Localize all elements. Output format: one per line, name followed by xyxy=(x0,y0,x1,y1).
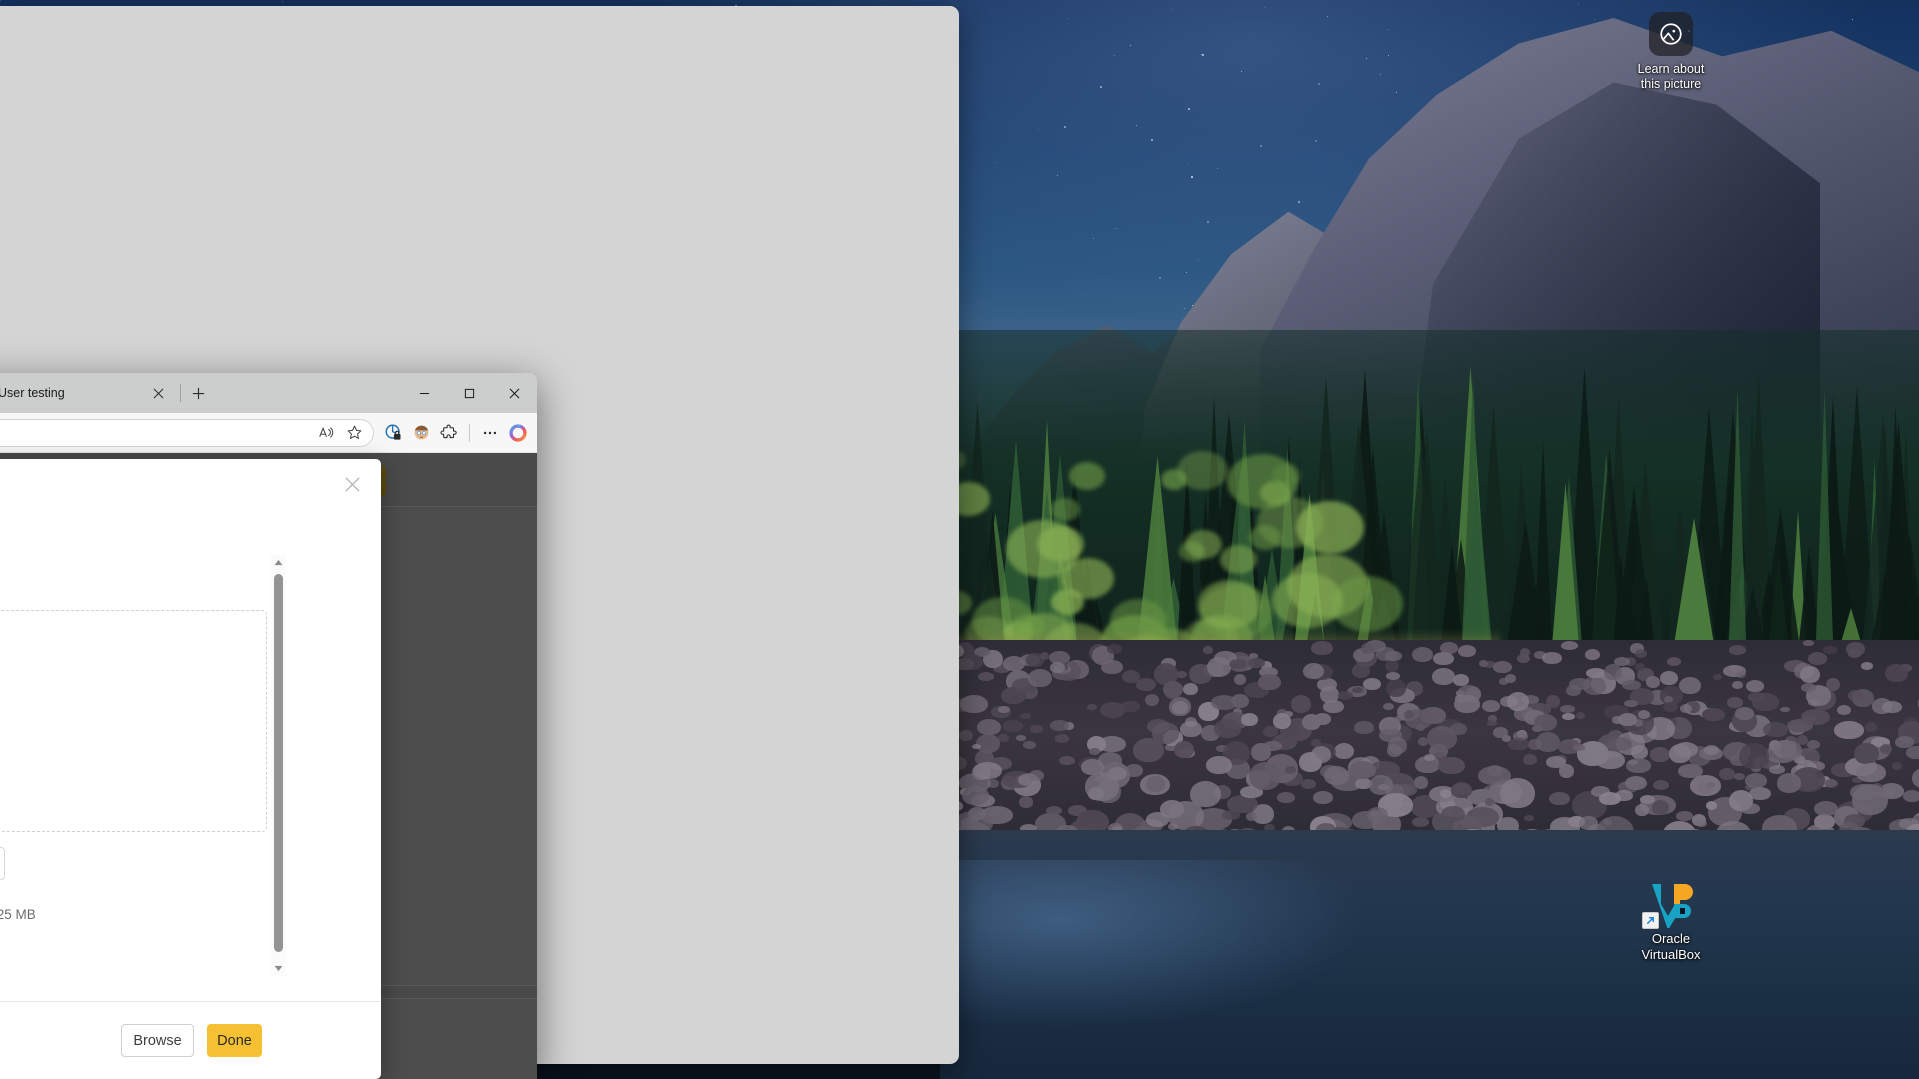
file-dropzone[interactable] xyxy=(0,610,267,832)
dialog-footer: Browse Done xyxy=(0,1001,381,1079)
done-button[interactable]: Done xyxy=(207,1024,262,1057)
vbox-label-line2: VirtualBox xyxy=(1641,947,1701,963)
dialog-body: Other Files Browse ore. Max file size: 2… xyxy=(0,459,381,981)
oracle-virtualbox-icon xyxy=(1642,878,1698,930)
learn-label-line1: Learn about xyxy=(1637,62,1705,76)
desktop-shortcut-label: Oracle VirtualBox xyxy=(1641,931,1700,964)
browser-titlebar[interactable]: User testing xyxy=(0,373,537,413)
shortcut-arrow-icon xyxy=(1642,912,1659,929)
picture-info-icon[interactable] xyxy=(1649,12,1693,56)
browser-tab[interactable]: User testing xyxy=(0,376,177,410)
maximize-button[interactable] xyxy=(447,373,492,413)
learn-label-line2: this picture xyxy=(1640,77,1702,92)
dialog-scrollbar[interactable] xyxy=(271,555,286,976)
minimize-button[interactable] xyxy=(402,373,447,413)
new-tab-button[interactable] xyxy=(184,379,212,407)
caret-up-icon[interactable] xyxy=(271,555,286,570)
profile-avatar-icon[interactable] xyxy=(408,420,434,446)
tab-title: User testing xyxy=(0,386,65,400)
browse-button[interactable]: Browse xyxy=(121,1024,194,1057)
browser-toolbar[interactable] xyxy=(0,413,537,453)
extensions-puzzle-icon[interactable] xyxy=(436,420,462,446)
tab-newtab-divider xyxy=(180,384,181,402)
file-size-hint: ore. Max file size: 25 MB xyxy=(0,907,36,922)
address-bar[interactable] xyxy=(0,418,374,447)
tab-strip[interactable]: User testing xyxy=(0,373,402,413)
copilot-icon[interactable] xyxy=(505,420,531,446)
inline-browse-button[interactable]: Browse xyxy=(0,847,5,880)
tab-close-icon[interactable] xyxy=(147,382,169,404)
wallpaper-tree-line xyxy=(940,330,1919,695)
toolbar-actions[interactable] xyxy=(374,420,531,446)
max-file-size-text: . Max file size: 25 MB xyxy=(0,907,36,922)
scrollbar-thumb[interactable] xyxy=(274,574,283,952)
read-aloud-icon[interactable] xyxy=(313,420,339,446)
wallpaper-water-reflection xyxy=(940,860,1460,1079)
split-screen-lock-icon[interactable] xyxy=(380,420,406,446)
toolbar-divider xyxy=(469,423,470,442)
desktop-shortcut-oracle-virtualbox[interactable]: Oracle VirtualBox xyxy=(1595,878,1747,964)
caret-down-icon[interactable] xyxy=(271,961,286,976)
upload-files-dialog[interactable]: Other Files Browse ore. Max file size: 2… xyxy=(0,459,381,1079)
window-controls[interactable] xyxy=(402,373,537,413)
close-window-button[interactable] xyxy=(492,373,537,413)
settings-more-icon[interactable] xyxy=(477,420,503,446)
vbox-label-line1: Oracle xyxy=(1651,931,1691,946)
learn-about-picture-label: Learn about this picture xyxy=(1638,62,1705,93)
learn-about-picture-widget[interactable]: Learn about this picture xyxy=(1606,12,1736,93)
favorite-star-icon[interactable] xyxy=(341,420,367,446)
